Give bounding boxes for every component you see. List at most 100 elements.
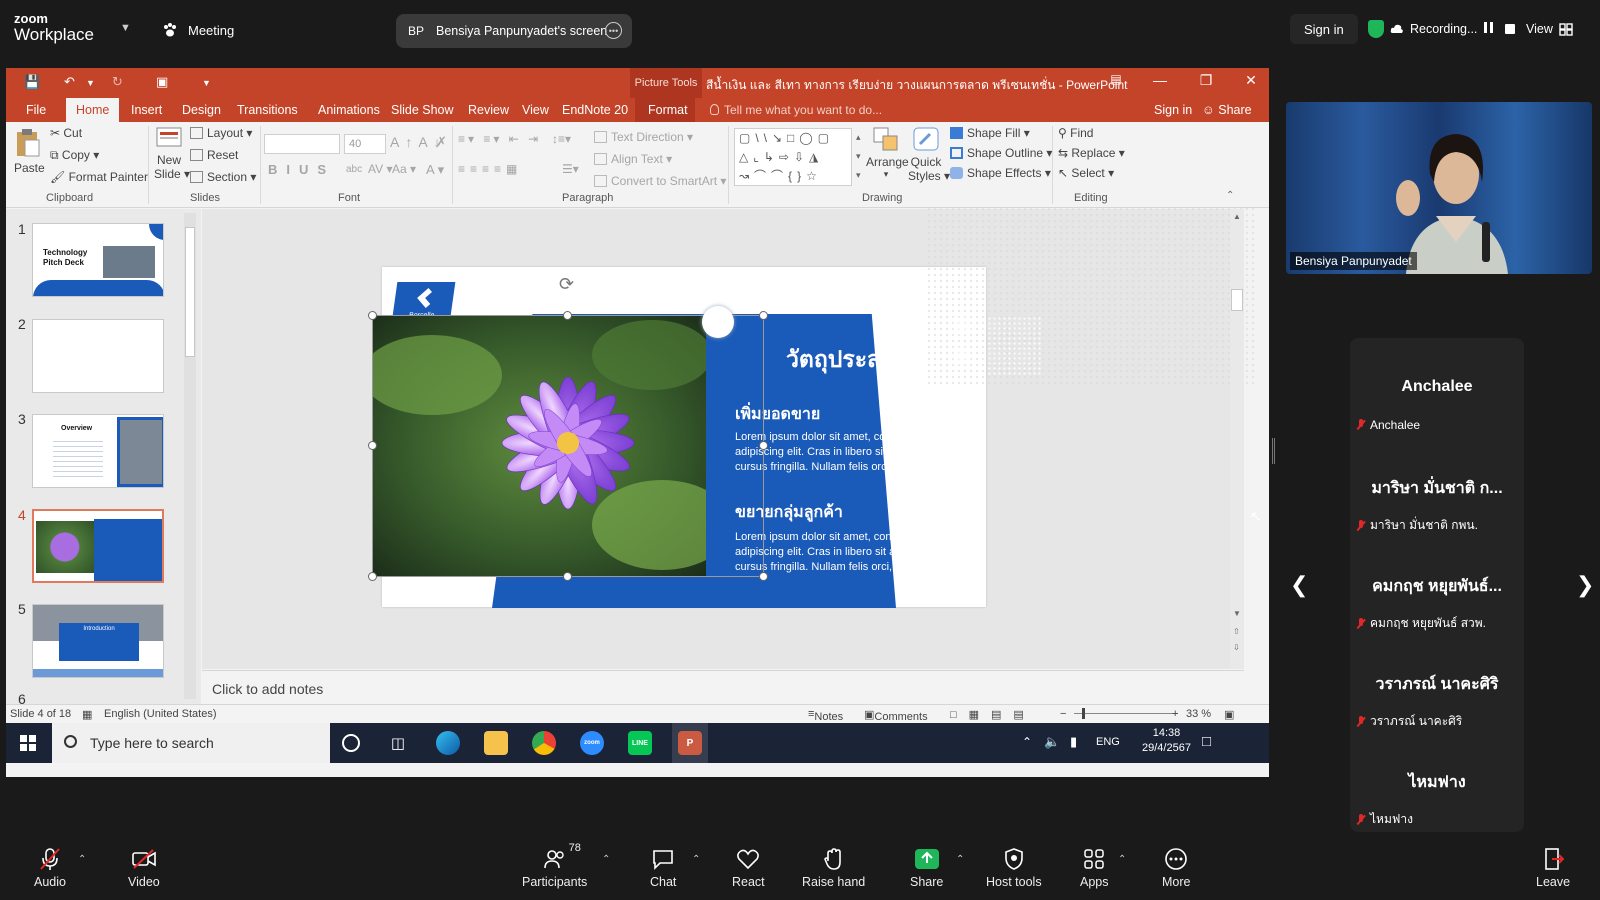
shape-outline-button[interactable]: Shape Outline ▾ xyxy=(950,146,1052,160)
find-button[interactable]: ⚲ Find xyxy=(1058,126,1093,140)
tell-me-search[interactable]: Tell me what you want to do... xyxy=(710,103,882,117)
start-slideshow-icon[interactable]: ▣ xyxy=(156,74,168,90)
speaker-video-tile[interactable]: Bensiya Panpunyadet xyxy=(1286,102,1592,274)
align-buttons[interactable]: ≡≡≡≡▦ xyxy=(458,162,522,176)
participants-button[interactable]: 78 Participants xyxy=(522,842,587,889)
audio-options-caret[interactable]: ⌃ xyxy=(78,854,86,865)
share-screen-button[interactable]: Share xyxy=(910,846,943,889)
ppt-share-button[interactable]: ☺ Share xyxy=(1202,103,1252,117)
close-icon[interactable]: ✕ xyxy=(1241,72,1261,89)
cut-button[interactable]: ✂ Cut xyxy=(50,126,82,140)
clock[interactable]: 14:38 29/4/2567 xyxy=(1142,727,1191,754)
participant-tile-name[interactable]: วราภรณ์ นาคะศิริ xyxy=(1350,672,1524,697)
view-button[interactable]: View xyxy=(1526,14,1573,44)
font-size-box[interactable]: 40 xyxy=(344,134,386,154)
zoom-slider[interactable] xyxy=(1074,713,1178,714)
raise-hand-button[interactable]: Raise hand xyxy=(802,846,865,889)
text-direction-button[interactable]: Text Direction ▾ xyxy=(594,130,693,144)
chevron-down-icon[interactable]: ▼ xyxy=(120,22,131,34)
slide-thumbnail-1[interactable]: Technology Pitch Deck xyxy=(32,223,164,297)
zoom-out-icon[interactable]: − xyxy=(1060,708,1066,720)
participant-tile-name[interactable]: Anchalee xyxy=(1350,378,1524,396)
layout-button[interactable]: Layout ▾ xyxy=(190,126,252,140)
slide-scrollbar[interactable]: ▲ ▼ ⇧ ⇩ xyxy=(1230,209,1244,669)
chevron-left-icon[interactable]: ❮ xyxy=(1290,572,1308,598)
apps-button[interactable]: Apps xyxy=(1080,846,1109,889)
panel-resize-handle[interactable] xyxy=(1272,438,1275,464)
tab-endnote[interactable]: EndNote 20 xyxy=(562,103,628,117)
font-style-buttons[interactable]: BIUS xyxy=(268,162,335,177)
undo-dropdown-icon[interactable]: ▼ xyxy=(86,78,95,88)
slide-body-2[interactable]: Lorem ipsum dolor sit amet, consectetur … xyxy=(735,530,965,575)
ribbon-display-icon[interactable]: ▤ xyxy=(1106,72,1126,86)
convert-smartart-button[interactable]: Convert to SmartArt ▾ xyxy=(594,174,726,188)
save-icon[interactable]: 💾 xyxy=(24,74,40,90)
chrome-icon[interactable] xyxy=(532,731,556,755)
edge-icon[interactable] xyxy=(436,731,460,755)
fit-slide-icon[interactable]: ▣ xyxy=(1224,708,1234,721)
change-case-button[interactable]: Aa ▾ xyxy=(392,162,416,176)
comments-toggle[interactable]: ▣ Comments xyxy=(864,708,928,723)
notifications-icon[interactable]: □ xyxy=(1202,733,1211,750)
quick-styles-button[interactable]: Quick Styles ▾ xyxy=(908,126,950,183)
list-buttons[interactable]: ≡▾ ≡▾ ⇤ ⇥ xyxy=(458,132,541,146)
chevron-right-icon[interactable]: ❯ xyxy=(1576,572,1594,598)
redo-icon[interactable]: ↻ xyxy=(112,74,123,90)
collapse-ribbon-icon[interactable]: ⌃ xyxy=(1226,190,1234,201)
shapes-gallery[interactable]: ▢\\↘□◯▢ △⌞↳⇨⇩◮ ↝⌒⌒{}☆ xyxy=(734,128,852,186)
stop-icon[interactable] xyxy=(1505,24,1516,34)
resize-handle[interactable] xyxy=(759,311,768,320)
zoom-workplace-logo[interactable]: zoom Workplace xyxy=(14,12,94,43)
tab-file[interactable]: File xyxy=(26,103,46,117)
slide-thumbnail-4[interactable] xyxy=(32,509,164,583)
slide-body-1[interactable]: Lorem ipsum dolor sit amet, consectetur … xyxy=(735,430,965,475)
tab-home[interactable]: Home xyxy=(66,98,120,122)
slide-thumbnail-2[interactable] xyxy=(32,319,164,393)
ppt-sign-in[interactable]: Sign in xyxy=(1154,103,1192,117)
replace-button[interactable]: ⇆ Replace ▾ xyxy=(1058,146,1125,160)
participant-tile-name[interactable]: ไหมฟาง xyxy=(1350,770,1524,795)
paste-button[interactable]: Paste xyxy=(14,128,45,175)
video-button[interactable]: Video xyxy=(128,846,160,889)
format-painter-button[interactable]: 🖌 Format Painter xyxy=(50,170,148,184)
pause-icon[interactable] xyxy=(1483,22,1494,36)
tab-slide-show[interactable]: Slide Show xyxy=(391,103,454,117)
taskbar-search[interactable]: Type here to search xyxy=(52,723,330,763)
slide-thumbnail-3[interactable]: Overview xyxy=(32,414,164,488)
chat-button[interactable]: Chat xyxy=(650,846,676,889)
slide-title[interactable]: วัตถุประสงค์ xyxy=(786,342,908,378)
thumbnails-scrollbar[interactable] xyxy=(184,213,196,699)
slide-heading-1[interactable]: เพิ่มยอดขาย xyxy=(735,402,820,427)
customize-toolbar-icon[interactable]: ▼ xyxy=(202,78,211,88)
slide-thumbnail-5[interactable]: Introduction xyxy=(32,604,164,678)
new-slide-button[interactable]: New Slide ▾ xyxy=(154,126,190,181)
section-button[interactable]: Section ▾ xyxy=(190,170,256,184)
zoom-slider-thumb[interactable] xyxy=(1082,708,1085,719)
tab-transitions[interactable]: Transitions xyxy=(237,103,298,117)
participant-tile-name[interactable]: มาริษา มั่นชาติ ก... xyxy=(1350,476,1524,501)
slide-heading-2[interactable]: ขยายกลุ่มลูกค้า xyxy=(735,500,843,525)
undo-icon[interactable]: ↶ xyxy=(64,74,75,90)
sign-in-button[interactable]: Sign in xyxy=(1290,14,1358,44)
cortana-icon[interactable] xyxy=(342,734,360,752)
zoom-level[interactable]: 33 % xyxy=(1186,708,1211,720)
host-tools-button[interactable]: Host tools xyxy=(986,846,1042,889)
copy-button[interactable]: ⧉ Copy ▾ xyxy=(50,148,99,163)
tab-view[interactable]: View xyxy=(522,103,549,117)
shape-effects-button[interactable]: Shape Effects ▾ xyxy=(950,166,1051,180)
strikethrough-button[interactable]: abc xyxy=(346,164,362,175)
notes-pane[interactable]: Click to add notes xyxy=(202,670,1244,704)
resize-handle[interactable] xyxy=(759,572,768,581)
volume-icon[interactable]: 🔈 xyxy=(1044,734,1060,750)
more-button[interactable]: More xyxy=(1162,846,1190,889)
tab-insert[interactable]: Insert xyxy=(131,103,162,117)
zoom-in-icon[interactable]: + xyxy=(1172,708,1178,720)
clear-format-icon[interactable]: ✗ xyxy=(436,134,447,150)
participants-options-caret[interactable]: ⌃ xyxy=(602,854,610,865)
rotate-handle-icon[interactable]: ⟳ xyxy=(559,274,574,295)
tab-design[interactable]: Design xyxy=(182,103,221,117)
task-view-icon[interactable]: ◫ xyxy=(386,731,410,755)
resize-handle[interactable] xyxy=(368,441,377,450)
tab-review[interactable]: Review xyxy=(468,103,509,117)
restore-icon[interactable]: ❐ xyxy=(1196,72,1216,89)
